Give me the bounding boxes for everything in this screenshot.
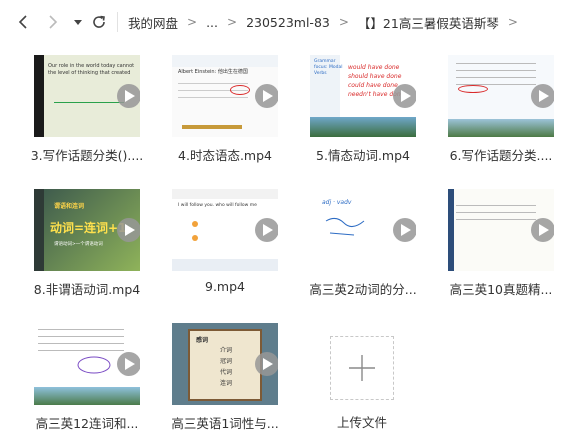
breadcrumb-item-collapsed[interactable]: ... [206, 15, 218, 30]
file-item[interactable]: Grammar focus: Modal Verbs would have do… [298, 55, 428, 173]
thumbnail-text: the level of thinking that created [48, 70, 131, 76]
play-icon [255, 84, 278, 108]
breadcrumb-item-parent[interactable]: 230523ml-83 [246, 15, 330, 30]
handwritten-notes: adj · vadv [322, 199, 352, 206]
annotation-scribble [325, 217, 365, 236]
thumbnail-word: 介词 [220, 347, 233, 354]
file-name: 高三英语1词性与... [171, 416, 279, 431]
thumbnail-bar [448, 189, 454, 271]
file-item[interactable]: 感词 介词 冠词 代词 连词 高三英语1词性与... [160, 323, 290, 440]
play-icon [393, 84, 416, 108]
video-thumbnail: Grammar focus: Modal Verbs would have do… [310, 55, 416, 137]
thumbnail-title: 动词=连词+1 [50, 221, 127, 235]
file-item[interactable]: I will follow you. who will follow me 9.… [160, 189, 290, 307]
thumbnail-text: 谓语和连词 [54, 203, 85, 210]
video-thumbnail: Albert Einstein: 他出生在德国 [172, 55, 278, 137]
thumbnail-panel: 感词 介词 冠词 代词 连词 [188, 329, 262, 401]
thumbnail-text: Albert Einstein: 他出生在德国 [178, 69, 248, 75]
bullet-dot [192, 235, 198, 241]
play-icon [531, 84, 554, 108]
thumbnail-lines [456, 205, 536, 229]
breadcrumb-separator: > [507, 15, 518, 29]
file-name: 高三英12连词和... [35, 416, 139, 431]
thumbnail-word: 冠词 [220, 358, 233, 365]
thumbnail-bar [182, 125, 242, 129]
upload-label: 上传文件 [336, 415, 387, 430]
breadcrumb-item-current[interactable]: 【】21高三暑假英语斯琴 [358, 13, 499, 32]
breadcrumb-separator: > [338, 15, 349, 29]
video-thumbnail: adj · vadv [310, 189, 416, 271]
file-item[interactable]: 谓语和连词 动词=连词+1 谓语动词>一个谓语动词 8.非谓语动词.mp4 [22, 189, 152, 307]
file-name: 9.mp4 [205, 279, 245, 294]
play-icon [255, 218, 278, 242]
divider [117, 12, 118, 32]
file-item[interactable]: Albert Einstein: 他出生在德国 4.时态语态.mp4 [160, 55, 290, 173]
video-thumbnail: Our role in the world today cannot the l… [34, 55, 140, 137]
chevron-left-icon[interactable] [13, 11, 33, 33]
chevron-right-icon[interactable] [43, 11, 63, 33]
bullet-dot [192, 221, 198, 227]
handwritten-line: would have done [348, 64, 400, 71]
play-icon [531, 218, 554, 242]
thumbnail-word-list: 介词 冠词 代词 连词 [220, 345, 232, 389]
play-icon [117, 84, 140, 108]
breadcrumb-separator: > [187, 15, 198, 29]
thumbnail-word: 连词 [220, 380, 233, 387]
thumbnail-header [172, 55, 278, 67]
annotation-scribble [77, 356, 111, 374]
thumbnail-word: 代词 [220, 369, 233, 376]
thumbnail-text: 谓语动词>一个谓语动词 [54, 242, 103, 247]
play-icon [393, 218, 416, 242]
thumbnail-bar [34, 55, 44, 137]
thumbnail-text: Our role in the world today cannot [48, 63, 135, 69]
file-name: 3.写作话题分类().... [30, 148, 144, 163]
refresh-icon[interactable] [89, 11, 109, 33]
thumbnail-text: 感词 [196, 337, 209, 344]
breadcrumb-item-home[interactable]: 我的网盘 [128, 13, 178, 32]
video-thumbnail: 感词 介词 冠词 代词 连词 [172, 323, 278, 405]
file-item[interactable]: Our role in the world today cannot the l… [22, 55, 152, 173]
file-name: 高三英2动词的分... [309, 282, 417, 297]
play-icon [117, 218, 140, 242]
handwritten-line: should have done [348, 73, 402, 80]
thumbnail-footer [172, 259, 278, 271]
thumbnail-underline [54, 93, 124, 103]
navigation-bar: 我的网盘 > ... > 230523ml-83 > 【】21高三暑假英语斯琴 … [0, 0, 567, 44]
play-icon [255, 352, 278, 376]
file-name: 8.非谓语动词.mp4 [33, 282, 141, 297]
plus-icon [349, 355, 375, 381]
landscape-strip [448, 119, 554, 137]
file-name: 5.情态动词.mp4 [316, 148, 410, 163]
breadcrumb-separator: > [227, 15, 238, 29]
thumbnail-text: Grammar focus: Modal Verbs [314, 59, 343, 76]
thumbnail-text: I will follow you. who will follow me [178, 203, 257, 208]
breadcrumb: 我的网盘 > ... > 230523ml-83 > 【】21高三暑假英语斯琴 … [128, 12, 527, 32]
file-name: 4.时态语态.mp4 [178, 148, 272, 163]
video-thumbnail [34, 323, 140, 405]
upload-button[interactable] [330, 336, 394, 400]
video-thumbnail [448, 189, 554, 271]
video-thumbnail: I will follow you. who will follow me [172, 189, 278, 271]
play-icon [117, 352, 140, 376]
file-item[interactable]: adj · vadv 高三英2动词的分... [298, 189, 428, 307]
file-item[interactable]: 高三英12连词和... [22, 323, 152, 440]
file-name: 高三英10真题精... [449, 282, 553, 297]
landscape-strip [34, 387, 140, 405]
file-name: 6.写作话题分类.... [449, 148, 553, 163]
file-item[interactable]: 6.写作话题分类.... [436, 55, 566, 173]
caret-down-icon[interactable] [68, 11, 88, 33]
annotation-circle [458, 85, 488, 93]
thumbnail-header [172, 189, 278, 199]
annotation-circle [230, 85, 250, 95]
video-thumbnail: 谓语和连词 动词=连词+1 谓语动词>一个谓语动词 [34, 189, 140, 271]
landscape-strip [310, 117, 416, 137]
file-item[interactable]: 高三英10真题精... [436, 189, 566, 307]
video-thumbnail [448, 55, 554, 137]
